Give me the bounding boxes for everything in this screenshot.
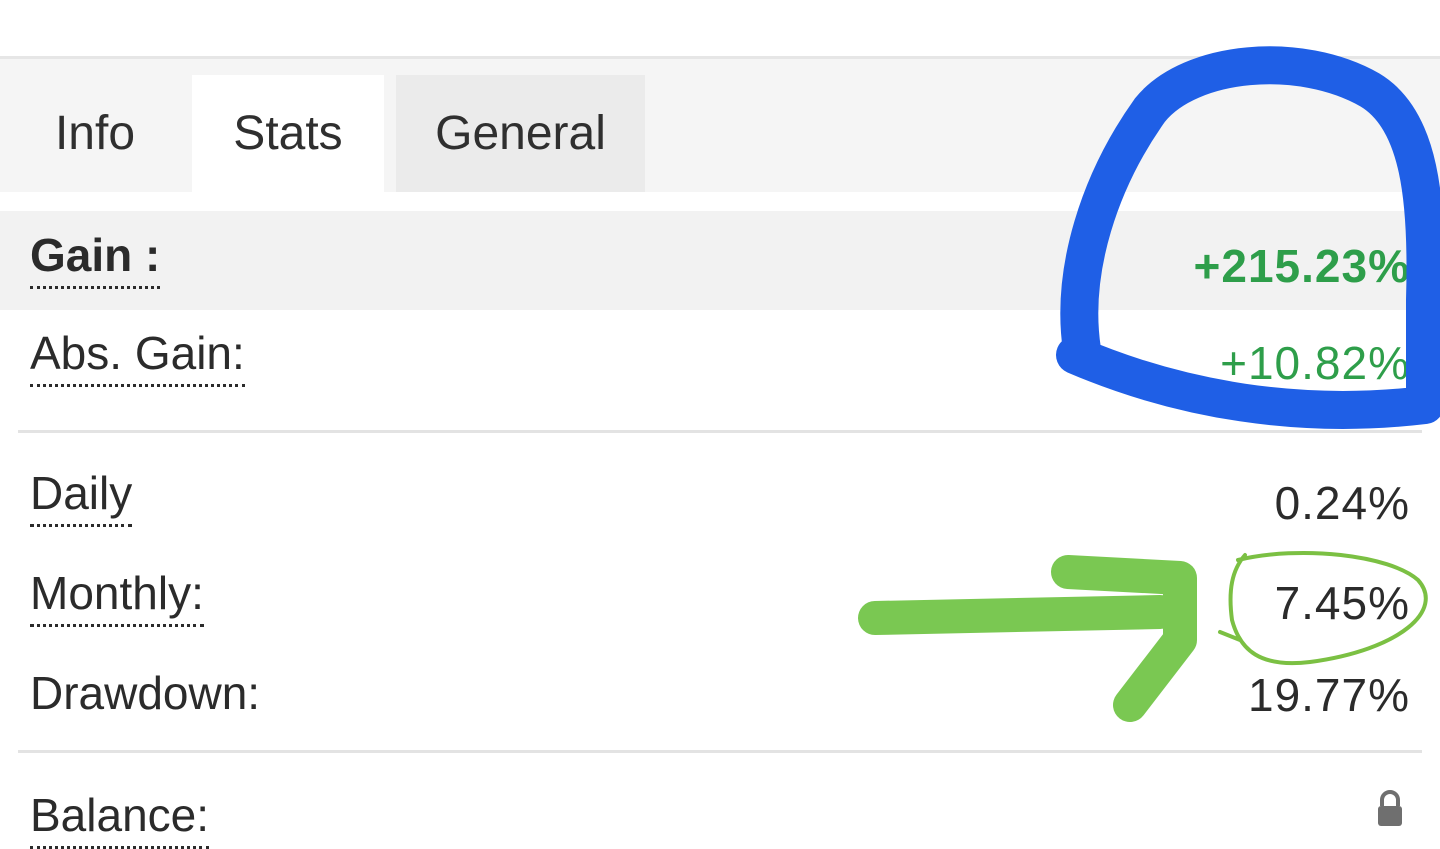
tab-bar: Info Stats General bbox=[0, 59, 1440, 192]
balance-label[interactable]: Balance: bbox=[30, 788, 210, 849]
drawdown-label: Drawdown: bbox=[30, 667, 261, 719]
lock-icon bbox=[1378, 790, 1402, 826]
tab-general[interactable]: General bbox=[396, 75, 645, 192]
drawdown-value: 19.77% bbox=[1247, 669, 1410, 721]
section-divider bbox=[18, 750, 1422, 753]
daily-row: Daily 0.24% bbox=[0, 460, 1440, 540]
daily-value: 0.24% bbox=[1274, 477, 1410, 529]
abs-gain-label[interactable]: Abs. Gain: bbox=[30, 326, 245, 387]
monthly-value: 7.45% bbox=[1274, 577, 1410, 629]
monthly-row: Monthly: 7.45% bbox=[0, 560, 1440, 640]
abs-gain-row: Abs. Gain: +10.82% bbox=[0, 310, 1440, 430]
gain-label[interactable]: Gain : bbox=[30, 228, 161, 289]
section-divider bbox=[18, 430, 1422, 433]
monthly-label[interactable]: Monthly: bbox=[30, 566, 204, 627]
tab-info[interactable]: Info bbox=[0, 75, 190, 192]
drawdown-row: Drawdown: 19.77% bbox=[0, 660, 1440, 730]
daily-label[interactable]: Daily bbox=[30, 466, 133, 527]
balance-row: Balance: bbox=[0, 780, 1440, 849]
gain-value: +215.23% bbox=[1193, 240, 1410, 292]
abs-gain-value: +10.82% bbox=[1220, 337, 1410, 389]
tab-stats[interactable]: Stats bbox=[192, 75, 384, 192]
gain-row: Gain : +215.23% bbox=[0, 211, 1440, 310]
top-blank-area bbox=[0, 0, 1440, 56]
